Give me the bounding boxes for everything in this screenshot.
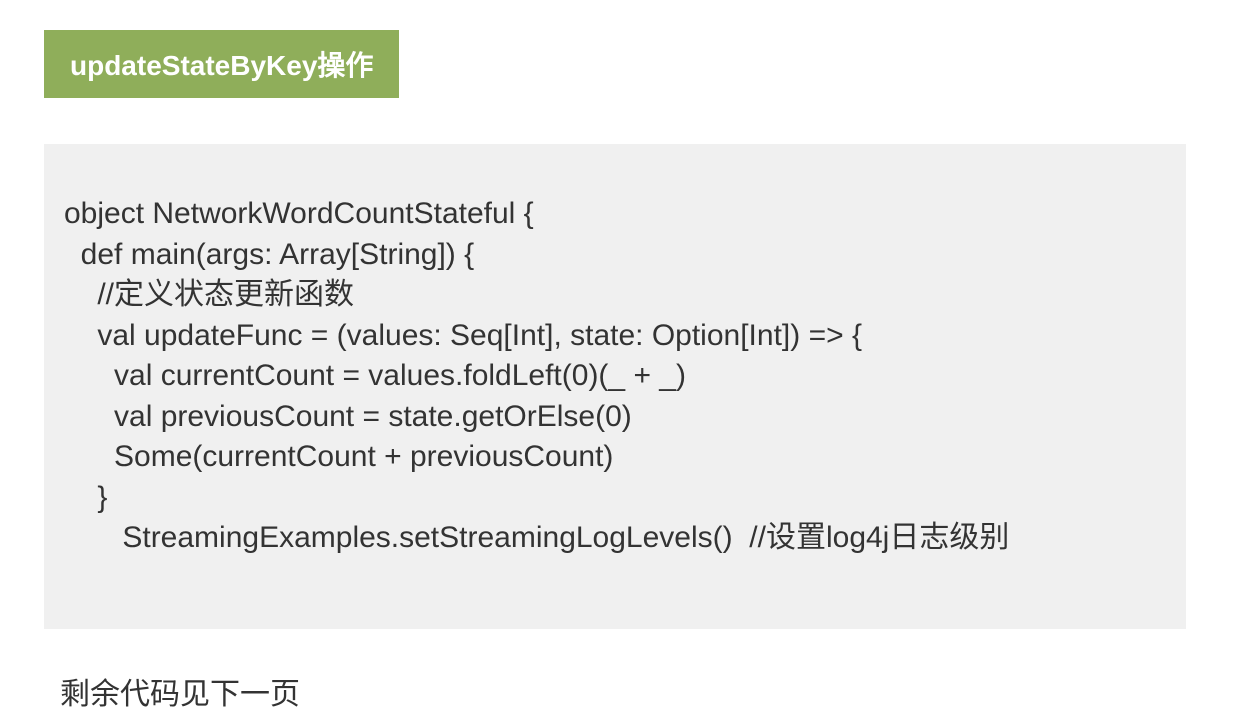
code-line: Some(currentCount + previousCount) (64, 437, 1166, 478)
code-line: //定义状态更新函数 (64, 275, 1166, 316)
code-line: val previousCount = state.getOrElse(0) (64, 397, 1166, 438)
section-header-badge: updateStateByKey操作 (44, 30, 399, 98)
code-line: } (64, 478, 1166, 519)
section-title: updateStateByKey操作 (70, 50, 373, 81)
footer-note: 剩余代码见下一页 (60, 669, 1246, 713)
code-line: object NetworkWordCountStateful { (64, 194, 1166, 235)
code-line: def main(args: Array[String]) { (64, 235, 1166, 276)
code-line: val updateFunc = (values: Seq[Int], stat… (64, 316, 1166, 357)
code-line: val currentCount = values.foldLeft(0)(_ … (64, 356, 1166, 397)
code-block: object NetworkWordCountStateful { def ma… (44, 144, 1186, 629)
code-line: StreamingExamples.setStreamingLogLevels(… (64, 518, 1166, 559)
footer-note-text: 剩余代码见下一页 (60, 678, 300, 711)
